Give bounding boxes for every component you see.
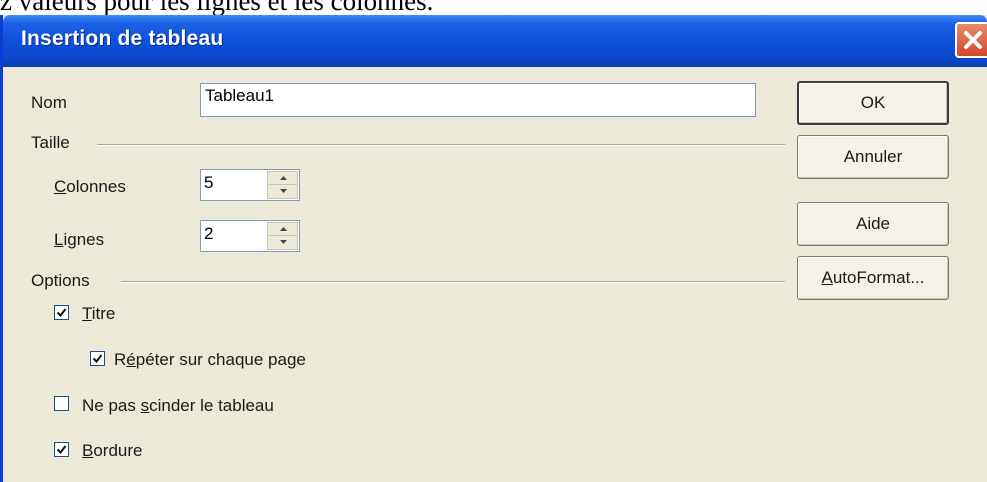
rows-decrement-button[interactable] [267, 235, 298, 250]
help-button[interactable]: Aide [797, 202, 949, 246]
rows-spinner[interactable]: 2 [200, 220, 300, 252]
size-separator [97, 144, 785, 146]
rows-label: Lignes [54, 230, 105, 249]
repeat-header-label: Répéter sur chaque page [114, 350, 306, 369]
insert-table-dialog: Insertion de tableau Nom Tableau1 Taille… [0, 15, 987, 482]
options-separator [121, 281, 785, 283]
columns-value: 5 [204, 173, 214, 192]
rows-value: 2 [204, 224, 214, 243]
cancel-button[interactable]: Annuler [797, 135, 949, 179]
ok-button[interactable]: OK [797, 81, 949, 125]
close-icon[interactable] [955, 22, 987, 58]
name-label: Nom [31, 93, 67, 112]
size-section-label: Taille [31, 133, 70, 152]
border-label: Bordure [82, 441, 143, 460]
name-field[interactable]: Tableau1 [200, 83, 756, 117]
repeat-header-checkbox[interactable] [90, 351, 105, 366]
titre-label: Titre [82, 304, 116, 323]
columns-decrement-button[interactable] [267, 184, 298, 199]
columns-label: Colonnes [54, 177, 126, 196]
no-split-label: Ne pas scinder le tableau [82, 396, 274, 415]
titre-checkbox[interactable] [54, 305, 69, 320]
dialog-title: Insertion de tableau [21, 27, 224, 50]
no-split-checkbox[interactable] [54, 396, 69, 411]
background-document-text: z valeurs pour les lignes et les colonne… [0, 0, 434, 16]
dialog-titlebar[interactable]: Insertion de tableau [3, 15, 987, 67]
columns-spinner[interactable]: 5 [200, 169, 300, 201]
border-checkbox[interactable] [54, 442, 69, 457]
options-section-label: Options [31, 271, 90, 290]
autoformat-button[interactable]: AutoFormat... [797, 256, 949, 300]
